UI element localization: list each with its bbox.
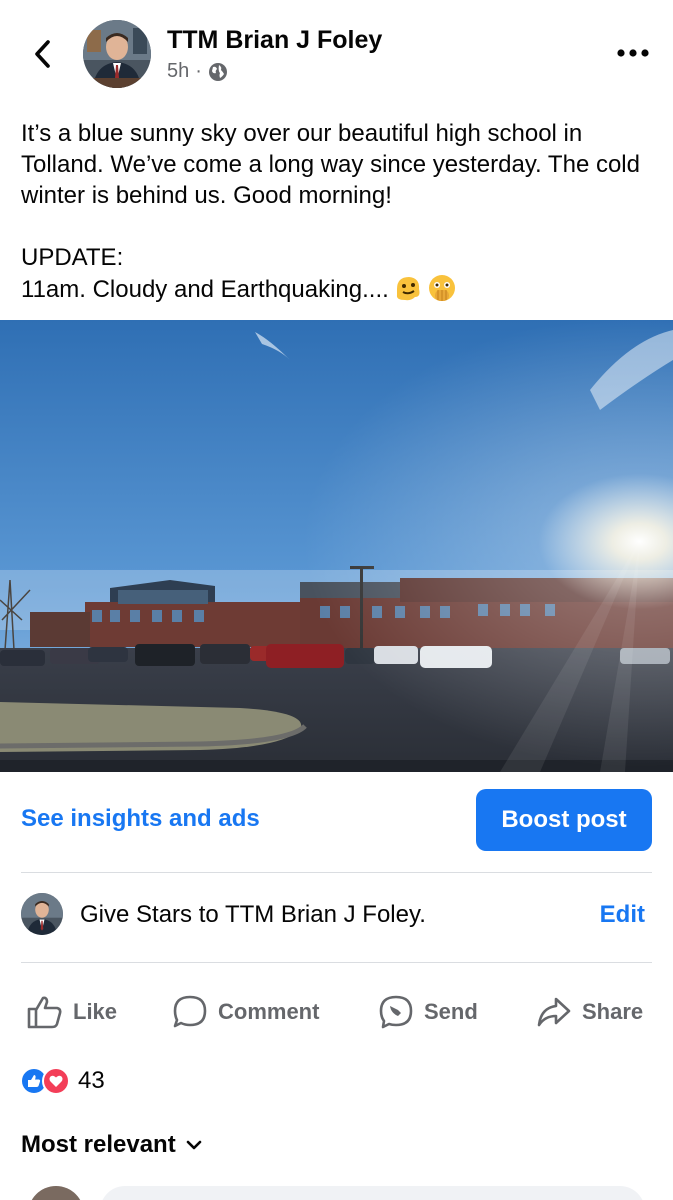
give-stars-row: Give Stars to TTM Brian J Foley. Edit: [0, 888, 673, 944]
comment-bubble-icon: [173, 995, 207, 1028]
like-label: Like: [73, 999, 118, 1024]
comment-label: Comment: [218, 999, 320, 1024]
reaction-count: 43: [78, 1067, 105, 1094]
comment-button[interactable]: Comment: [172, 988, 319, 1036]
send-label: Send: [424, 999, 478, 1024]
melting-face-emoji-icon: [393, 273, 423, 303]
post-body: It’s a blue sunny sky over our beautiful…: [21, 120, 640, 303]
edit-stars-link[interactable]: Edit: [600, 901, 645, 929]
globe-icon: [208, 62, 227, 81]
see-insights-link[interactable]: See insights and ads: [21, 805, 260, 833]
boost-post-button[interactable]: Boost post: [476, 789, 652, 851]
post-actions-bar: Like Comment Send Share: [0, 988, 673, 1036]
give-stars-text: Give Stars to TTM Brian J Foley.: [80, 901, 426, 928]
meta-separator: ·: [195, 60, 202, 82]
like-button[interactable]: Like: [27, 988, 117, 1036]
chevron-down-icon: [186, 1140, 202, 1150]
messenger-icon: [379, 995, 413, 1029]
send-button[interactable]: Send: [378, 988, 478, 1036]
post-header: TTM Brian J Foley 5h ·: [0, 0, 673, 100]
post-photo[interactable]: [0, 320, 673, 772]
author-name[interactable]: TTM Brian J Foley: [167, 26, 382, 55]
thumbs-up-icon: [27, 996, 62, 1029]
more-options-button[interactable]: [613, 38, 653, 68]
share-label: Share: [582, 999, 644, 1024]
post-meta: 5h ·: [167, 60, 228, 83]
back-button[interactable]: [22, 34, 62, 74]
share-button[interactable]: Share: [536, 988, 643, 1036]
divider: [21, 962, 652, 963]
more-dots-icon: [617, 49, 649, 57]
avatar[interactable]: [21, 893, 63, 935]
back-chevron-icon: [35, 40, 50, 68]
reactions-summary[interactable]: 43: [20, 1064, 105, 1098]
face-with-open-eyes-hand-emoji-icon: [427, 273, 457, 303]
sort-label: Most relevant: [21, 1131, 176, 1158]
share-arrow-icon: [537, 997, 571, 1027]
post-text: It’s a blue sunny sky over our beautiful…: [21, 118, 661, 305]
comment-sort-dropdown[interactable]: Most relevant: [21, 1131, 202, 1159]
author-avatar[interactable]: [83, 20, 151, 88]
love-reaction-icon: [42, 1067, 70, 1095]
comment-input[interactable]: [100, 1186, 645, 1200]
post-time[interactable]: 5h: [167, 60, 189, 83]
commenter-avatar[interactable]: [28, 1186, 84, 1200]
divider: [21, 872, 652, 873]
